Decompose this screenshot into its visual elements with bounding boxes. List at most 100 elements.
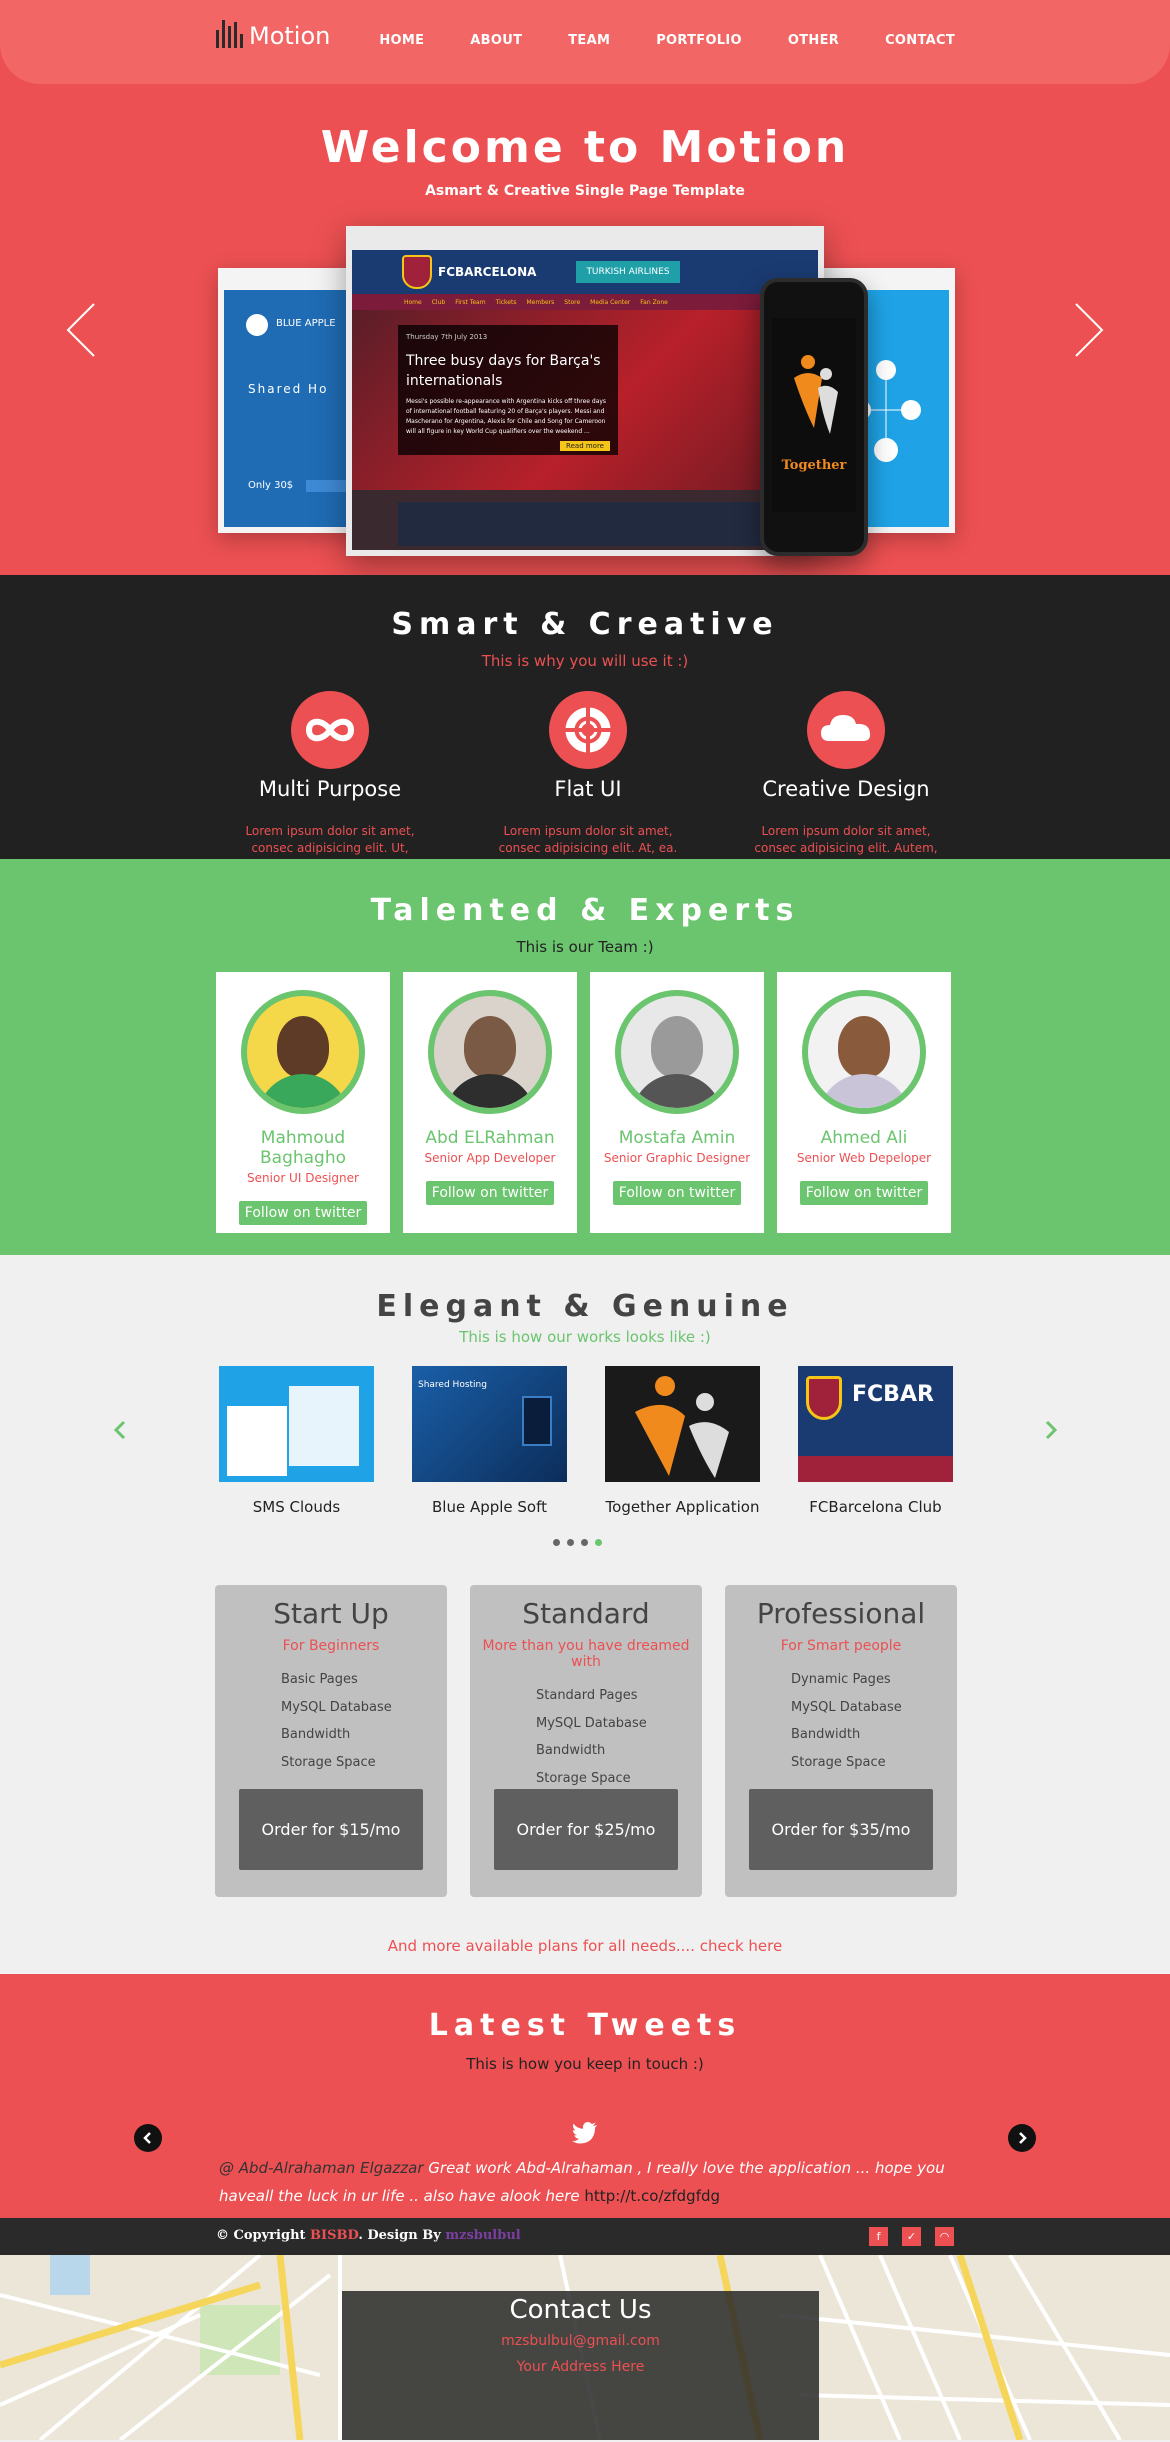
- team-section: Talented & Experts This is our Team :) M…: [0, 859, 1170, 1255]
- mockup-menu-item: Store: [564, 298, 581, 306]
- pagination-dot-active[interactable]: [595, 1539, 602, 1546]
- plan-feature: Basic Pages: [281, 1672, 358, 1687]
- contact-email[interactable]: mzsbulbul@gmail.com: [342, 2333, 819, 2349]
- nav-home[interactable]: HOME: [379, 33, 424, 48]
- portfolio-thumb-text: FCBAR: [852, 1382, 934, 1407]
- mockup-news-date: Thursday 7th July 2013: [406, 333, 488, 341]
- follow-twitter-button[interactable]: Follow on twitter: [238, 1201, 368, 1225]
- facebook-icon[interactable]: f: [869, 2227, 888, 2246]
- blue-apple-logo-icon: [246, 314, 268, 336]
- mockup-menu-item: Members: [526, 298, 555, 306]
- top-nav: Motion HOME ABOUT TEAM PORTFOLIO OTHER C…: [0, 0, 1170, 84]
- together-logo-icon: [794, 355, 838, 434]
- team-subtitle: This is our Team :): [516, 938, 654, 956]
- mockup-menu-item: Club: [431, 298, 446, 306]
- plan-tagline: For Smart people: [780, 1638, 902, 1654]
- portfolio-caption: FCBarcelona Club: [809, 1498, 942, 1516]
- pagination-dot[interactable]: [581, 1539, 588, 1546]
- footer: © Copyright BISBD. Design By mzsbulbul f…: [0, 2218, 1170, 2255]
- team-title: Talented & Experts: [370, 893, 800, 928]
- tweet-prev-button[interactable]: [134, 2124, 162, 2152]
- order-button[interactable]: Order for $15/mo: [239, 1789, 423, 1870]
- follow-twitter-button[interactable]: Follow on twitter: [425, 1181, 555, 1205]
- copyright: © Copyright BISBD. Design By mzsbulbul: [216, 2228, 521, 2243]
- plan-feature: Standard Pages: [536, 1688, 638, 1703]
- twitter-icon[interactable]: ✓: [902, 2227, 921, 2246]
- nav-other[interactable]: OTHER: [788, 33, 839, 48]
- features-section: Smart & Creative This is why you will us…: [0, 575, 1170, 872]
- team-card: Ahmed Ali Senior Web Depeloper Follow on…: [777, 972, 951, 1233]
- follow-twitter-button[interactable]: Follow on twitter: [799, 1181, 929, 1205]
- portfolio-next-icon[interactable]: [1043, 1419, 1059, 1441]
- plan-tagline: More than you have dreamed with: [482, 1638, 690, 1670]
- hero-title: Welcome to Motion: [320, 122, 850, 173]
- plan-feature: Bandwidth: [791, 1727, 861, 1742]
- plan-feature: Bandwidth: [536, 1743, 606, 1758]
- pricing-plans: Start Up For Beginners Basic Pages MySQL…: [215, 1585, 957, 1897]
- more-plans-link[interactable]: And more available plans for all needs..…: [0, 1937, 1170, 1955]
- member-role: Senior Web Depeloper: [796, 1151, 932, 1165]
- mockup-main-header: FCBARCELONA TURKISH AIRLINES: [352, 250, 818, 294]
- portfolio-thumb: [219, 1366, 374, 1482]
- team-card: Abd ELRahman Senior App Developer Follow…: [403, 972, 577, 1233]
- nav-portfolio[interactable]: PORTFOLIO: [656, 33, 742, 48]
- fcb-crest-icon: [402, 255, 432, 289]
- avatar: [241, 990, 365, 1114]
- portfolio-caption: SMS Clouds: [252, 1498, 341, 1516]
- hero-subtitle: Asmart & Creative Single Page Template: [425, 183, 745, 199]
- portfolio-grid: SMS Clouds Shared Hosting Blue Apple Sof…: [219, 1366, 953, 1516]
- phone-text: Together: [781, 458, 847, 473]
- logo-bars-icon: [216, 18, 243, 48]
- portfolio-item[interactable]: FCBAR FCBarcelona Club: [798, 1366, 953, 1516]
- nav-team[interactable]: TEAM: [568, 33, 610, 48]
- portfolio-prev-icon[interactable]: [112, 1419, 128, 1441]
- plan-feature: Bandwidth: [281, 1727, 351, 1742]
- map-section[interactable]: Contact Us mzsbulbul@gmail.com Your Addr…: [0, 2255, 1170, 2440]
- slider-prev-arrow-icon[interactable]: [62, 300, 102, 360]
- copyright-design-by: . Design By: [358, 2228, 446, 2243]
- portfolio-item[interactable]: SMS Clouds: [219, 1366, 374, 1516]
- hero-section: Motion HOME ABOUT TEAM PORTFOLIO OTHER C…: [0, 0, 1170, 575]
- portfolio-item[interactable]: Shared Hosting Blue Apple Soft: [412, 1366, 567, 1516]
- avatar: [428, 990, 552, 1114]
- pagination-dot[interactable]: [553, 1539, 560, 1546]
- mockup-menu-item: First Team: [455, 298, 486, 306]
- features-title: Smart & Creative: [391, 607, 779, 642]
- nav-contact[interactable]: CONTACT: [885, 33, 955, 48]
- order-button[interactable]: Order for $35/mo: [749, 1789, 933, 1870]
- mockup-fcbarcelona: FCBARCELONA TURKISH AIRLINES Home Club F…: [346, 226, 824, 556]
- portfolio-caption: Blue Apple Soft: [431, 1498, 548, 1516]
- contact-address: Your Address Here: [516, 2359, 645, 2375]
- plan-feature: MySQL Database: [536, 1715, 647, 1731]
- pagination-dot[interactable]: [567, 1539, 574, 1546]
- copyright-brand[interactable]: BISBD: [310, 2228, 358, 2243]
- copyright-designer[interactable]: mzsbulbul: [445, 2228, 520, 2243]
- tweet-next-button[interactable]: [1008, 2124, 1036, 2152]
- mockup-left-brand: BLUE APPLE: [276, 318, 336, 329]
- mockup-menu-item: Fan Zone: [640, 298, 668, 306]
- avatar: [615, 990, 739, 1114]
- plan-professional: Professional For Smart people Dynamic Pa…: [725, 1585, 957, 1897]
- mockup-thumbs: [398, 502, 818, 546]
- rss-icon[interactable]: ◠: [935, 2227, 954, 2246]
- feature-title: Creative Design: [762, 777, 930, 801]
- tweet-content: @ Abd-Alrahaman Elgazzar Great work Abd-…: [219, 2154, 959, 2210]
- logo[interactable]: Motion: [216, 18, 330, 48]
- plan-feature: Dynamic Pages: [791, 1672, 891, 1687]
- tweets-title: Latest Tweets: [428, 2008, 742, 2043]
- team-card: Mahmoud Baghagho Senior UI Designer Foll…: [216, 972, 390, 1233]
- tweet-link[interactable]: http://t.co/zfdgfdg: [584, 2187, 720, 2205]
- nav-about[interactable]: ABOUT: [470, 33, 522, 48]
- plan-tagline: For Beginners: [282, 1638, 380, 1654]
- member-role: Senior App Developer: [424, 1151, 556, 1165]
- plan-standard: Standard More than you have dreamed with…: [470, 1585, 702, 1897]
- follow-twitter-button[interactable]: Follow on twitter: [612, 1181, 742, 1205]
- plan-name: Standard: [522, 1597, 650, 1630]
- together-logo-icon: [635, 1376, 729, 1478]
- tweet-author[interactable]: @ Abd-Alrahaman Elgazzar: [219, 2159, 424, 2177]
- feature-flat-ui: Flat UI Lorem ipsum dolor sit amet, cons…: [483, 691, 693, 874]
- mockup-read-more: Read more: [560, 441, 610, 451]
- order-button[interactable]: Order for $25/mo: [494, 1789, 678, 1870]
- slider-next-arrow-icon[interactable]: [1068, 300, 1108, 360]
- portfolio-item[interactable]: Together Application: [605, 1366, 760, 1516]
